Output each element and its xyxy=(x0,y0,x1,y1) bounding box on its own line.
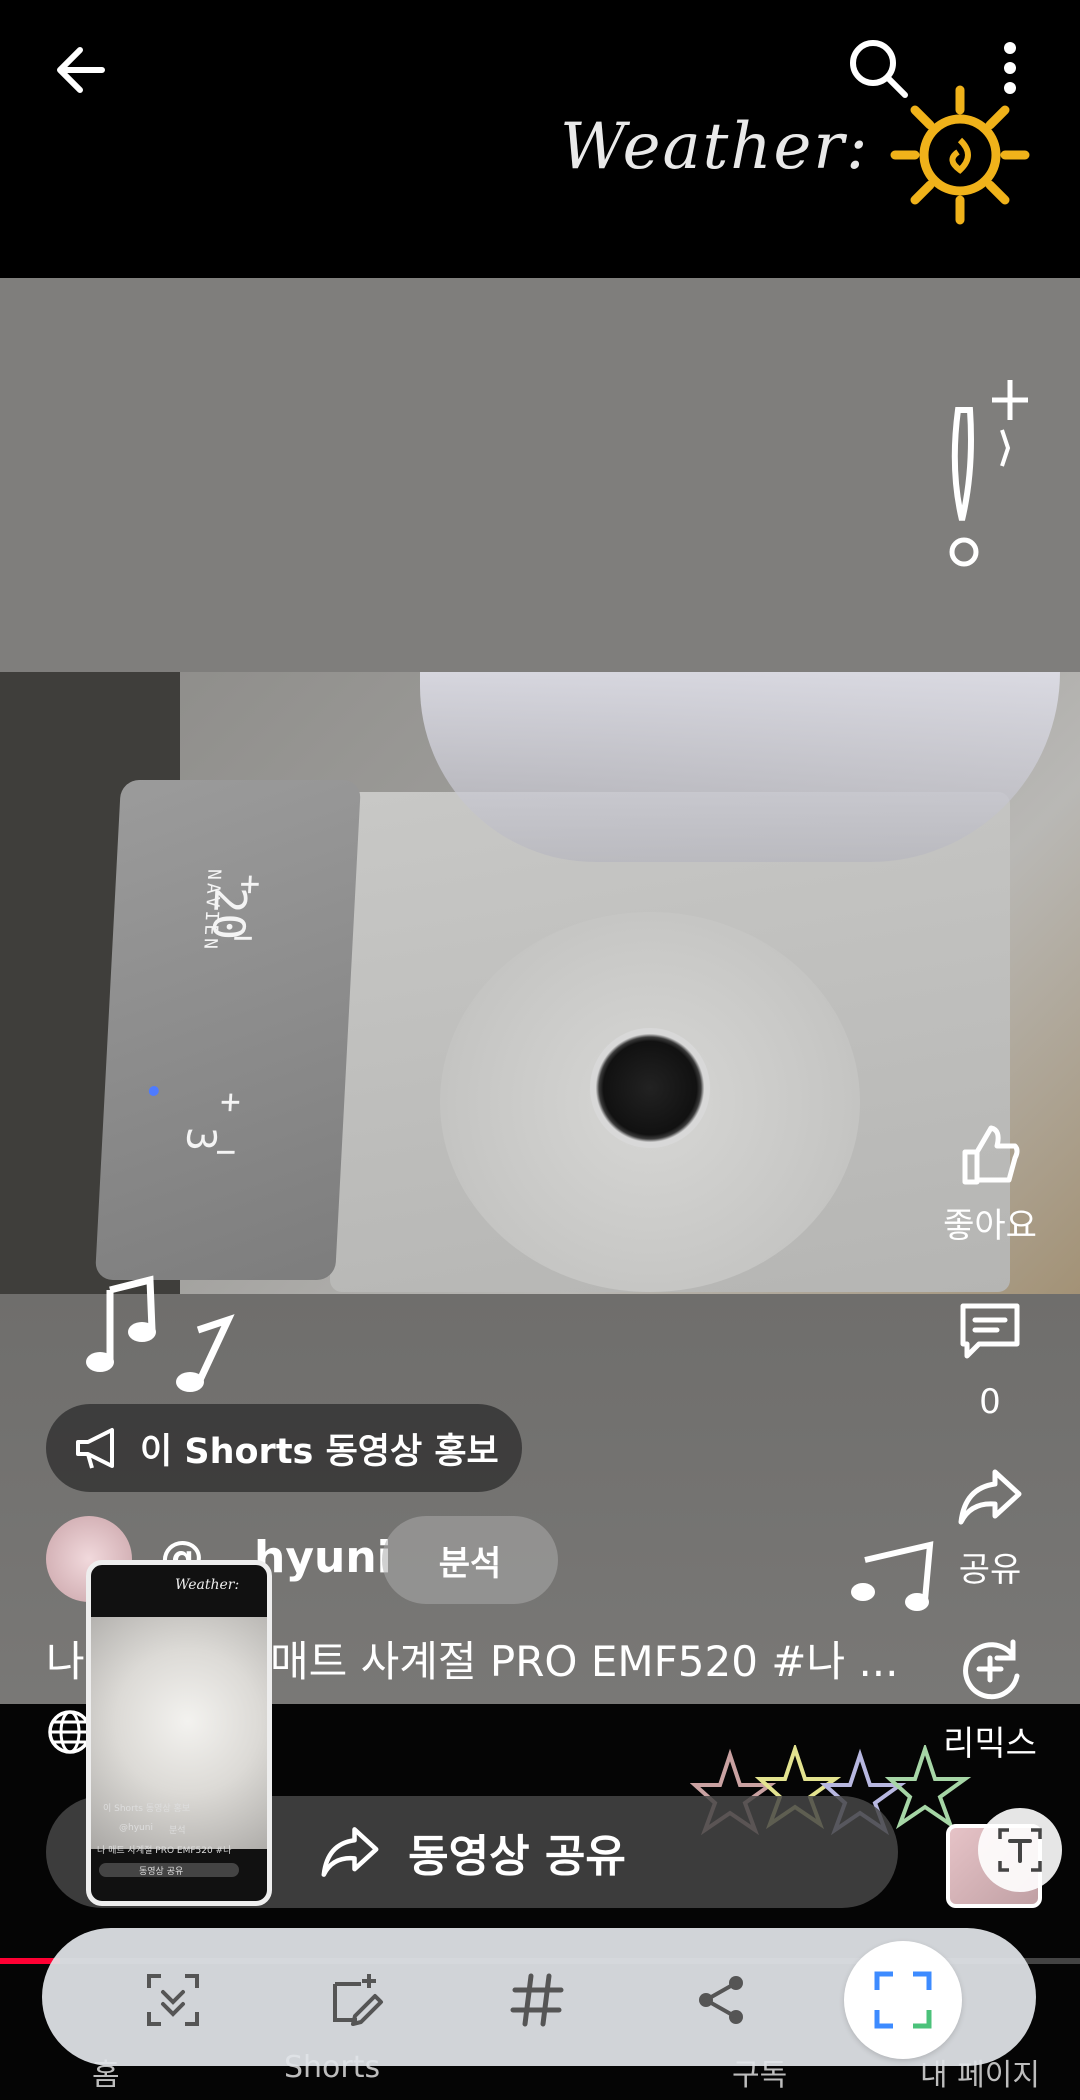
remix-label: 리믹스 xyxy=(943,1724,1037,1764)
thumbnail-share-bar: 동영상 공유 xyxy=(99,1863,239,1877)
tag-button[interactable] xyxy=(492,1955,582,2045)
draw-edit-button[interactable] xyxy=(312,1955,402,2045)
thumbnail-analysis-text: 분석 xyxy=(169,1826,186,1836)
hashtag-icon xyxy=(510,1973,564,2027)
channel-handle[interactable]: hyuni xyxy=(254,1532,392,1583)
promote-label: 이 Shorts 동영상 홍보 xyxy=(140,1431,499,1472)
smart-select-icon xyxy=(874,1971,932,2029)
humidifier-vent xyxy=(590,1028,710,1148)
extract-text-button[interactable] xyxy=(978,1808,1062,1892)
thumbnail-title-text: 나 매트 사계절 PRO EMF520 #나 xyxy=(97,1846,232,1856)
share-icon xyxy=(699,1976,743,2024)
music-notes-doodle-icon xyxy=(86,1275,235,1392)
share-arrow-icon xyxy=(958,1469,1022,1525)
video-water-jug xyxy=(420,672,1060,862)
video-grey-overlay-top xyxy=(0,278,1080,672)
weather-sticker-text: Weather: xyxy=(560,110,870,184)
panel-minus-top: − xyxy=(231,918,255,958)
remix-icon xyxy=(963,1639,1020,1700)
panel-minus-bottom: − xyxy=(214,1132,238,1172)
screenshot-preview-thumbnail[interactable]: Weather: 이 Shorts 동영상 홍보 @hyuni 분석 나 매트 … xyxy=(86,1560,272,1906)
thumbnail-promo-text: 이 Shorts 동영상 홍보 xyxy=(103,1804,191,1814)
share-arrow-icon xyxy=(321,1827,379,1877)
thumbnail-share-text: 동영상 공유 xyxy=(139,1867,184,1877)
smart-select-button[interactable] xyxy=(844,1941,962,2059)
analysis-button[interactable]: 분석 xyxy=(382,1516,558,1604)
share-video-label: 동영상 공유 xyxy=(408,1831,626,1882)
thumbnail-handle-text: @hyuni xyxy=(119,1823,153,1833)
humidifier-control-panel: NAVIEN 20 + − 3 + − xyxy=(94,780,362,1280)
comment-icon xyxy=(960,1303,1020,1359)
text-extract-icon xyxy=(998,1828,1042,1872)
exclamation-doodle-icon xyxy=(949,380,1028,567)
video-title[interactable]: 매트 사계절 PRO EMF520 #나 ... xyxy=(270,1628,910,1689)
thumbnail-image xyxy=(91,1617,267,1849)
back-button[interactable] xyxy=(40,30,120,110)
comment-count: 0 xyxy=(979,1382,1001,1422)
share-label: 공유 xyxy=(958,1550,1022,1590)
share-button[interactable]: 공유 xyxy=(920,1466,1060,1591)
panel-plus-top: + xyxy=(238,864,262,904)
megaphone-icon xyxy=(76,1428,114,1469)
share-screenshot-button[interactable] xyxy=(676,1955,766,2045)
scroll-capture-icon xyxy=(147,1974,199,2026)
panel-indicator-light xyxy=(148,1086,160,1096)
scroll-capture-button[interactable] xyxy=(128,1955,218,2045)
thumbnail-weather-text: Weather: xyxy=(175,1577,240,1593)
edit-crop-icon xyxy=(333,1974,383,2026)
like-button[interactable]: 좋아요 xyxy=(920,1122,1060,1247)
panel-plus-bottom: + xyxy=(219,1082,242,1122)
comments-button[interactable]: 0 xyxy=(920,1298,1060,1422)
promote-shorts-button[interactable]: 이 Shorts 동영상 홍보 xyxy=(46,1404,522,1492)
sun-doodle-icon xyxy=(890,85,1030,225)
thumbs-up-icon xyxy=(962,1125,1020,1185)
remix-button[interactable]: 리믹스 xyxy=(920,1634,1060,1765)
arrow-left-icon xyxy=(57,47,105,93)
like-label: 좋아요 xyxy=(943,1206,1037,1246)
